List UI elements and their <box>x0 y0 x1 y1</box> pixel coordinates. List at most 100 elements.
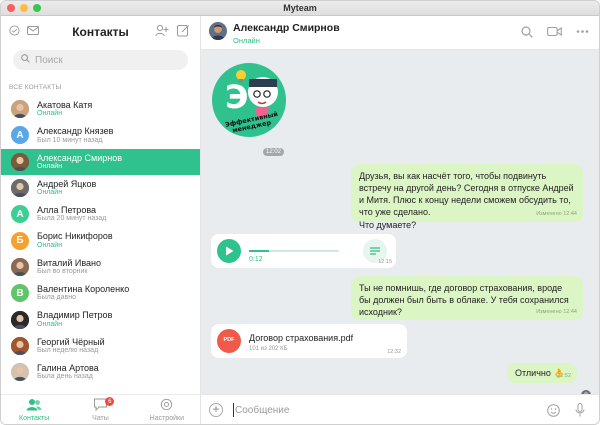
search-icon[interactable] <box>521 26 533 41</box>
video-call-icon[interactable] <box>547 26 562 41</box>
contact-item[interactable]: Георгий Чёрный Был неделю назад <box>1 333 200 359</box>
bottom-tab-bar: Контакты 6 Чаты Настройки <box>1 394 200 424</box>
voice-message[interactable]: 0:12 12:15 <box>211 234 396 268</box>
file-message[interactable]: PDF Договор страхования.pdf 101 из 202 К… <box>211 324 407 358</box>
emoji-icon[interactable] <box>547 404 560 420</box>
sticker-effective-manager[interactable]: Э Эффективный менеджер <box>211 62 287 138</box>
voice-progress-fill <box>249 250 269 252</box>
avatar <box>11 363 29 382</box>
contact-item[interactable]: В Валентина Короленко Была давно <box>1 280 200 306</box>
contact-name: Владимир Петров <box>37 310 113 321</box>
section-label: ВСЕ КОНТАКТЫ <box>9 84 62 91</box>
contact-name: Виталий Ивано <box>37 257 101 268</box>
svg-text:Э: Э <box>225 78 248 116</box>
voice-progress-track[interactable] <box>249 250 339 252</box>
contact-item[interactable]: Андрей Яцков Онлайн <box>1 175 200 201</box>
contact-name: Алла Петрова <box>37 205 97 216</box>
contact-info: Валентина Короленко Была давно <box>37 284 129 302</box>
chat-contact-status: Онлайн <box>233 36 260 45</box>
message-time: 12:15 <box>378 258 392 265</box>
contact-info: Галина Артова Была день назад <box>37 363 99 381</box>
add-contact-icon[interactable] <box>155 24 169 37</box>
contact-status: Онлайн <box>37 241 63 249</box>
tab-settings[interactable]: Настройки <box>134 395 200 424</box>
avatar <box>11 152 29 171</box>
tab-chats[interactable]: 6 Чаты <box>67 395 133 424</box>
message-text: Друзья, вы как насчёт того, чтобы подвин… <box>359 171 574 230</box>
contact-info: Георгий Чёрный Был неделю назад <box>37 337 105 355</box>
more-options-icon[interactable] <box>576 26 589 41</box>
contact-item[interactable]: Акатова Катя Онлайн <box>1 96 200 122</box>
contact-status: Была 20 минут назад <box>37 215 107 223</box>
contact-status: Был 10 минут назад <box>37 136 103 144</box>
sidebar-header: Контакты <box>1 16 200 46</box>
play-button[interactable] <box>217 239 241 263</box>
contact-item[interactable]: Александр Смирнов Онлайн <box>1 148 200 175</box>
contact-info: Борис Никифоров Онлайн <box>37 231 113 249</box>
contact-info: Владимир Петров Онлайн <box>37 310 112 328</box>
contact-status: Онлайн <box>37 189 63 197</box>
chat-panel: Александр Смирнов Онлайн Э Эффективный м… <box>201 16 599 424</box>
chat-header: Александр Смирнов Онлайн <box>201 16 599 50</box>
contact-status: Была день назад <box>37 373 93 381</box>
contact-name: Акатова Катя <box>37 99 93 110</box>
message-time: Изменено 12:44 <box>536 210 577 217</box>
outgoing-message[interactable]: Отлично 👌 12:52 <box>507 363 577 383</box>
window-title: Myteam <box>283 3 317 13</box>
pdf-file-icon: PDF <box>217 329 241 353</box>
sidebar-title: Контакты <box>72 25 129 39</box>
file-size: 101 из 202 КБ <box>249 346 288 352</box>
contact-info: Александр Смирнов Онлайн <box>37 153 122 171</box>
contact-item[interactable]: Б Борис Никифоров Онлайн <box>1 227 200 253</box>
chat-contact-name[interactable]: Александр Смирнов <box>233 22 340 34</box>
contact-item[interactable]: Виталий Ивано Был во вторник <box>1 254 200 280</box>
contact-info: Виталий Ивано Был во вторник <box>37 258 101 276</box>
sticker-time: 12:02 <box>263 148 285 156</box>
chat-avatar[interactable] <box>209 22 227 40</box>
contact-item[interactable]: Владимир Петров Онлайн <box>1 306 200 332</box>
tab-contacts-label: Контакты <box>19 414 50 422</box>
contact-info: Алла Петрова Была 20 минут назад <box>37 205 106 223</box>
contact-info: Александр Князев Был 10 минут назад <box>37 126 113 144</box>
title-bar: Myteam <box>1 1 599 16</box>
contact-status: Был неделю назад <box>37 346 99 354</box>
search-input[interactable] <box>35 54 185 66</box>
avatar <box>11 336 29 355</box>
contact-item[interactable]: А Алла Петрова Была 20 минут назад <box>1 201 200 227</box>
microphone-icon[interactable] <box>575 403 585 420</box>
contact-name: Александр Князев <box>37 126 114 137</box>
message-time: 12:32 <box>387 348 401 355</box>
file-name[interactable]: Договор страхования.pdf <box>249 332 353 344</box>
contact-status: Была давно <box>37 294 77 302</box>
compose-icon[interactable] <box>177 24 190 37</box>
contact-status: Онлайн <box>37 320 63 328</box>
message-time: Изменено 12:44 <box>536 308 577 315</box>
avatar <box>11 257 29 276</box>
attach-plus-icon[interactable]: + <box>209 403 223 417</box>
contact-name: Андрей Яцков <box>37 178 97 189</box>
contact-info: Андрей Яцков Онлайн <box>37 179 96 197</box>
contact-list: Акатова Катя Онлайн А Александр Князев Был 1… <box>1 96 200 385</box>
contact-info: Акатова Катя Онлайн <box>37 100 92 118</box>
play-icon <box>225 246 233 256</box>
text-lines-icon <box>370 247 380 255</box>
voice-duration: 0:12 <box>249 256 263 263</box>
app-window: Myteam Контакты Поиск ВСЕ КОНТАКТЫ Акато… <box>0 0 600 425</box>
contact-name: Георгий Чёрный <box>37 336 105 347</box>
avatar: А <box>11 126 29 145</box>
unread-badge: 6 <box>105 397 115 406</box>
sidebar: Контакты ВСЕ КОНТАКТЫ Акатова КатяОнлайн… <box>1 16 201 424</box>
outgoing-message[interactable]: Друзья, вы как насчёт того, чтобы подвин… <box>351 164 583 230</box>
contacts-icon <box>26 398 42 413</box>
text-caret <box>233 403 234 417</box>
search-box[interactable] <box>13 50 188 70</box>
contact-item[interactable]: Галина Артова Была день назад <box>1 359 200 385</box>
tab-contacts[interactable]: Контакты <box>1 395 67 424</box>
avatar: А <box>11 205 29 224</box>
message-input[interactable] <box>235 401 535 419</box>
contact-item[interactable]: А Александр Князев Был 10 минут назад <box>1 122 200 148</box>
contact-status: Был во вторник <box>37 268 88 276</box>
contact-name: Борис Никифоров <box>37 231 113 242</box>
outgoing-message[interactable]: Ты не помнишь, где договор страхования, … <box>351 276 583 320</box>
avatar <box>11 310 29 329</box>
